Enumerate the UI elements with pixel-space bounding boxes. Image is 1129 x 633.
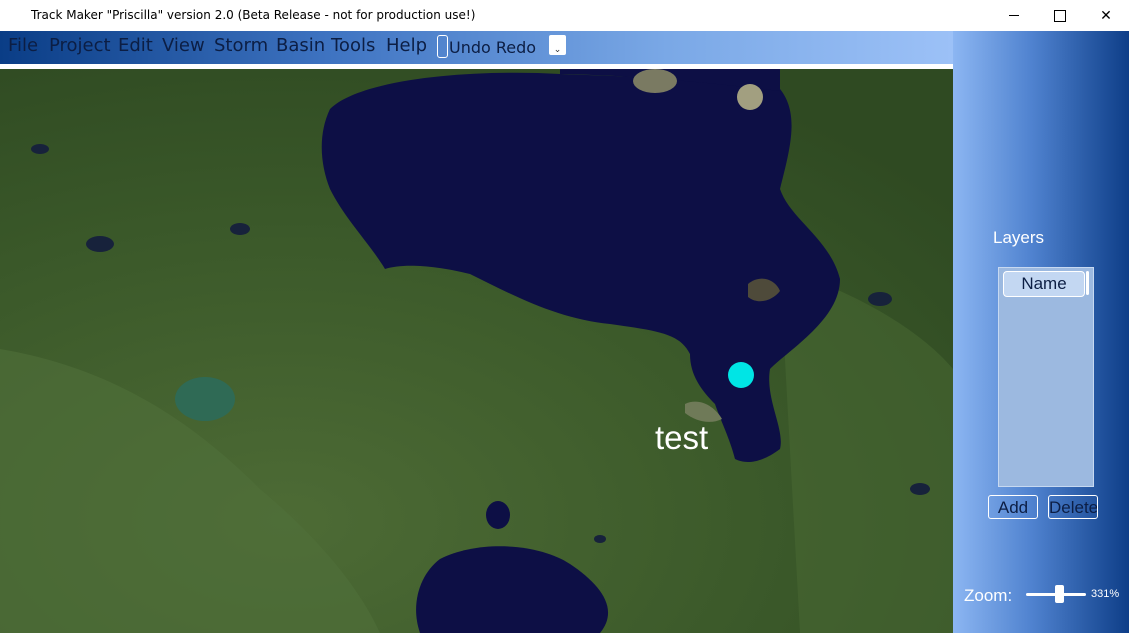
- layers-column-header[interactable]: Name: [1003, 271, 1085, 297]
- storm-point[interactable]: [728, 362, 754, 388]
- layers-title: Layers: [993, 228, 1045, 247]
- sidebar: Layers Name Add Delete Zoom: 331%: [953, 31, 1129, 633]
- minimize-button[interactable]: [991, 0, 1037, 31]
- menu-basin[interactable]: Basin: [276, 35, 325, 56]
- map-image: [0, 69, 953, 633]
- maximize-button[interactable]: [1037, 0, 1083, 31]
- zoom-label: Zoom:: [964, 586, 1013, 605]
- close-icon: ✕: [1100, 7, 1112, 24]
- menu-project[interactable]: Project: [49, 35, 111, 56]
- title-bar: Track Maker "Priscilla" version 2.0 (Bet…: [0, 0, 1129, 32]
- zoom-slider-thumb[interactable]: [1055, 585, 1064, 603]
- undo-redo-toggle[interactable]: [437, 35, 448, 58]
- maximize-icon: [1054, 9, 1066, 22]
- menu-file[interactable]: File: [8, 35, 38, 56]
- chevron-down-icon: ⌄: [553, 44, 562, 54]
- menu-help[interactable]: Help: [386, 35, 427, 56]
- menu-edit[interactable]: Edit: [118, 35, 153, 56]
- menu-storm[interactable]: Storm: [214, 35, 268, 56]
- minimize-icon: [1009, 15, 1019, 16]
- close-button[interactable]: ✕: [1083, 0, 1129, 31]
- column-resize-handle[interactable]: [1086, 271, 1089, 295]
- menu-view[interactable]: View: [162, 35, 205, 56]
- map-view[interactable]: test: [0, 69, 953, 633]
- window-title: Track Maker "Priscilla" version 2.0 (Bet…: [31, 8, 476, 22]
- storm-label: test: [655, 419, 709, 456]
- layers-list[interactable]: Name: [998, 267, 1094, 487]
- add-layer-button[interactable]: Add: [988, 495, 1038, 519]
- menu-bar: File Project Edit View Storm Basin Tools…: [0, 31, 953, 69]
- menu-tools[interactable]: Tools: [331, 35, 375, 56]
- zoom-value: 331%: [1091, 588, 1120, 600]
- undo-redo-label[interactable]: Undo Redo: [449, 38, 536, 53]
- delete-layer-button[interactable]: Delete: [1048, 495, 1098, 519]
- undo-redo-dropdown[interactable]: ⌄: [549, 35, 566, 55]
